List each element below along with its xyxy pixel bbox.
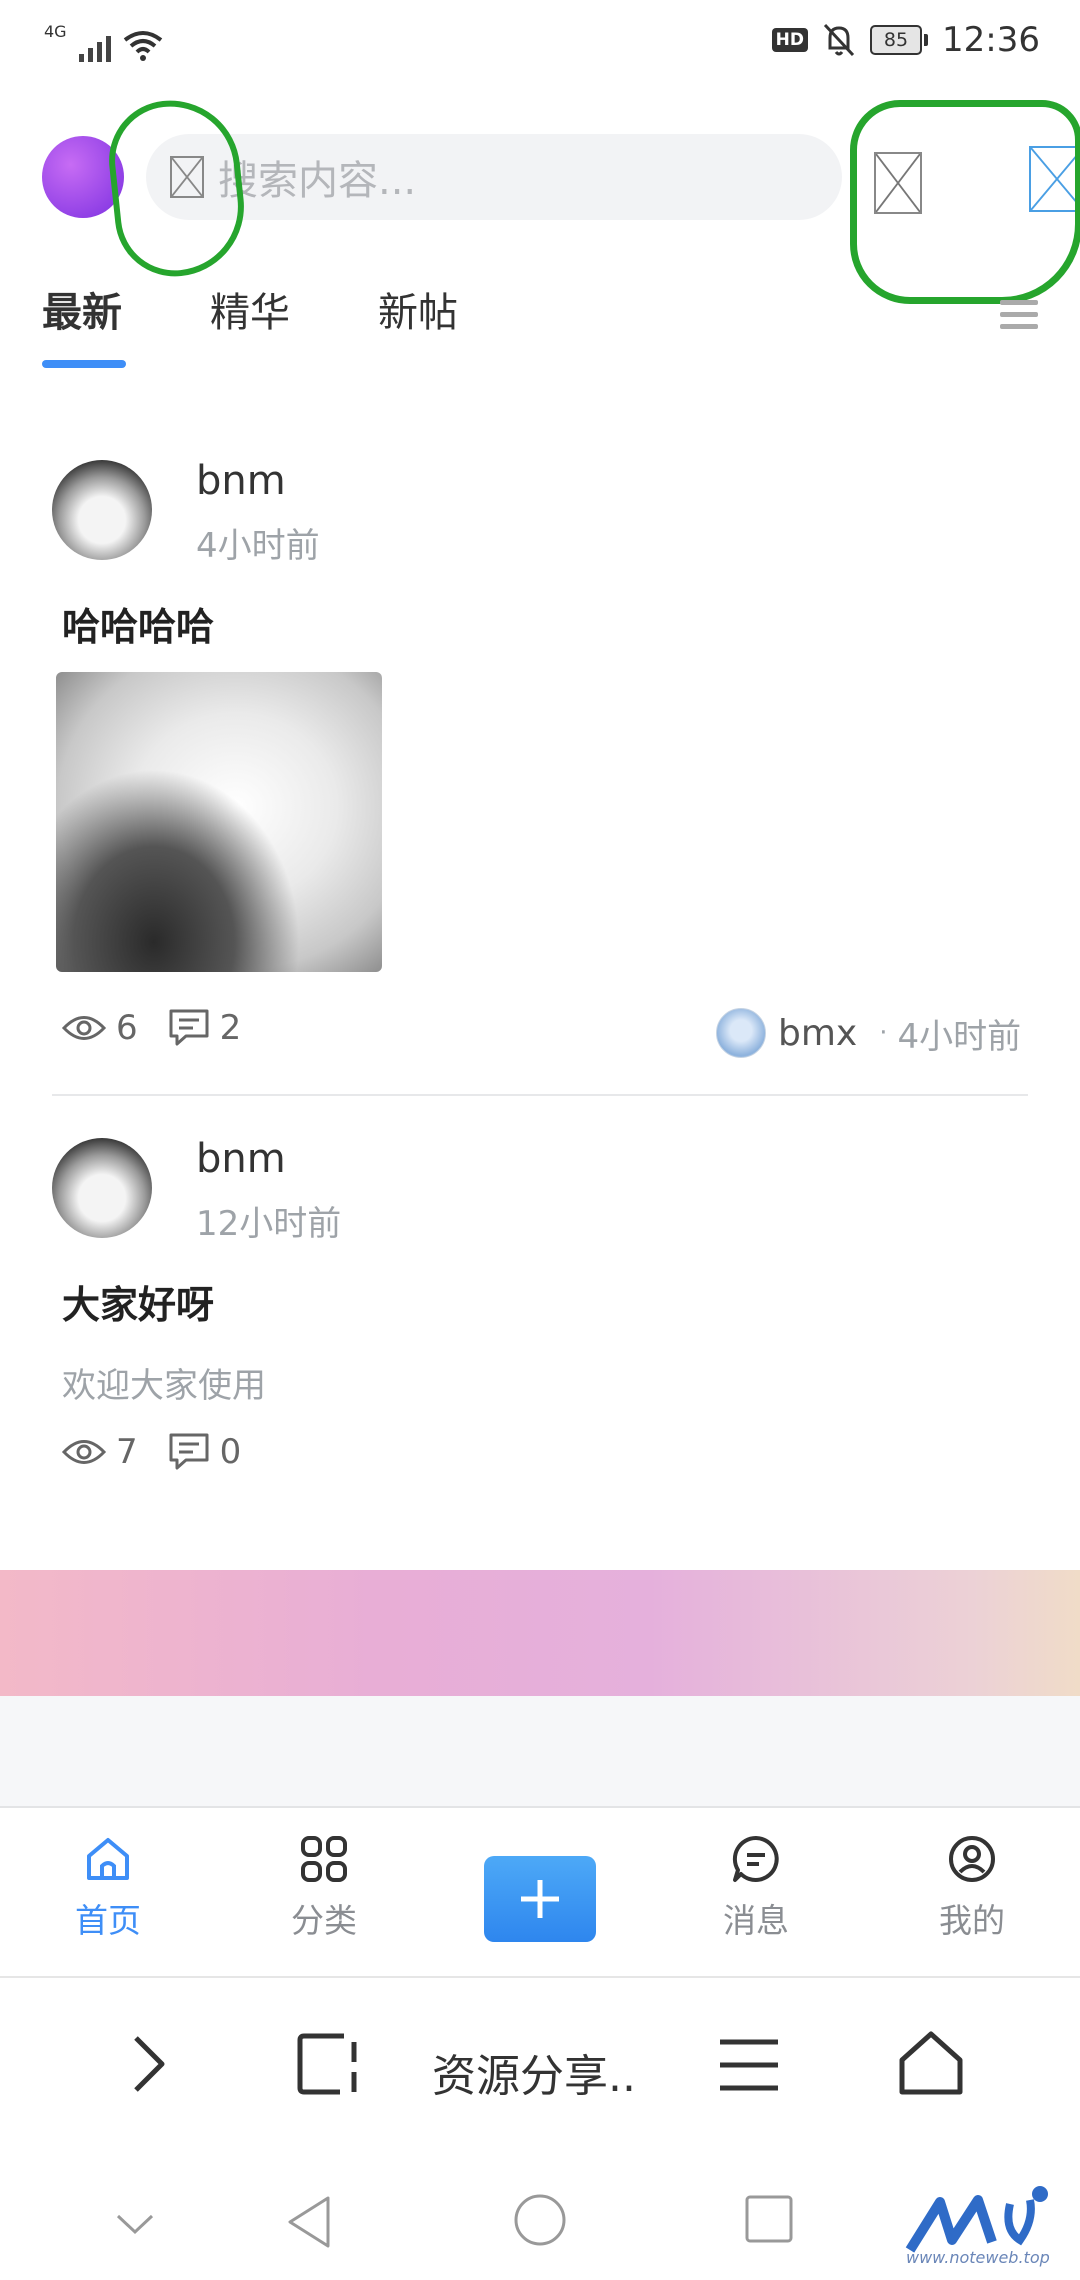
bell-off-icon [823,23,855,57]
grid-icon [301,1836,347,1882]
chevron-down-icon[interactable] [114,2212,156,2236]
post-title[interactable]: 大家好呀 [62,1274,214,1329]
search-bar[interactable]: 搜索内容... [146,134,842,220]
tab-category[interactable]: 分类 [244,1834,404,1942]
post-excerpt: 欢迎大家使用 [62,1366,266,1406]
reply-time: 4小时前 [897,1016,1022,1057]
signal-icon [78,32,111,62]
active-tab-indicator [42,360,126,368]
latest-reply[interactable]: bmx · 4小时前 [716,1008,1021,1058]
annotation-circle [103,93,251,283]
tab-home-label: 首页 [75,1901,141,1940]
menu-icon[interactable] [1000,300,1038,336]
status-bar: 4G HD 85 12:36 [0,0,1080,90]
add-post-button[interactable] [484,1856,596,1942]
watermark-text: www.noteweb.top [906,2248,1050,2267]
tab-mine-label: 我的 [939,1901,1005,1940]
eye-icon [62,1440,106,1464]
battery-level: 85 [870,25,923,55]
eye-icon [62,1016,106,1040]
tabs-icon[interactable] [296,2032,366,2096]
post-time: 4小时前 [196,526,320,566]
status-right: HD 85 12:36 [771,20,1040,60]
hd-badge: HD [771,28,809,52]
status-left: 4G [44,24,163,62]
feed-tabs: 最新 精华 新帖 [0,270,1080,380]
tab-messages[interactable]: 消息 [676,1834,836,1942]
page-title[interactable]: 资源分享.. [432,2040,636,2104]
browser-divider [0,1976,1080,1978]
tabbar-divider [0,1806,1080,1808]
comment-count: 0 [219,1432,242,1472]
recent-apps-icon[interactable] [744,2194,794,2244]
network-type: 4G [44,22,67,41]
battery-icon: 85 [870,25,929,55]
view-count: 7 [116,1432,138,1472]
wifi-icon [123,31,162,61]
reply-user-avatar [716,1008,766,1058]
chat-icon [732,1835,779,1882]
clock: 12:36 [942,20,1040,60]
tab-messages-label: 消息 [723,1901,789,1940]
tab-latest[interactable]: 最新 [42,280,122,338]
post-author-avatar[interactable] [52,460,152,560]
profile-icon [949,1836,995,1882]
post-stats: 7 0 [62,1432,241,1472]
tab-home[interactable]: 首页 [28,1834,188,1942]
post-title[interactable]: 哈哈哈哈 [62,596,214,651]
tab-featured[interactable]: 精华 [210,280,290,338]
search-placeholder: 搜索内容... [218,158,417,204]
comment-icon [169,1433,209,1470]
reply-separator: · [879,1018,888,1048]
footer-spacer [0,1696,1080,1806]
home-button-icon[interactable] [512,2192,568,2248]
post-divider [52,1094,1028,1096]
comment-count: 2 [219,1008,242,1048]
home-icon [87,1838,129,1880]
post-author-avatar[interactable] [52,1138,152,1238]
home-icon[interactable] [898,2030,964,2096]
comment-icon [169,1009,209,1046]
tab-new-posts[interactable]: 新帖 [378,280,458,338]
tab-mine[interactable]: 我的 [892,1834,1052,1942]
post-author-name[interactable]: bnm [196,458,286,504]
bottom-tab-bar: 首页 分类 消息 我的 [0,1820,1080,1976]
menu-icon[interactable] [718,2038,780,2092]
back-icon[interactable] [284,2194,334,2250]
post-time: 12小时前 [196,1204,342,1244]
post-stats: 6 2 [62,1008,241,1048]
view-count: 6 [116,1008,138,1048]
plus-icon [521,1880,559,1918]
tab-category-label: 分类 [291,1901,357,1940]
promo-banner[interactable] [0,1570,1080,1696]
post-image[interactable] [56,672,382,972]
post-author-name[interactable]: bnm [196,1136,286,1182]
reply-user-name: bmx [778,1012,858,1054]
forward-icon[interactable] [128,2032,168,2096]
